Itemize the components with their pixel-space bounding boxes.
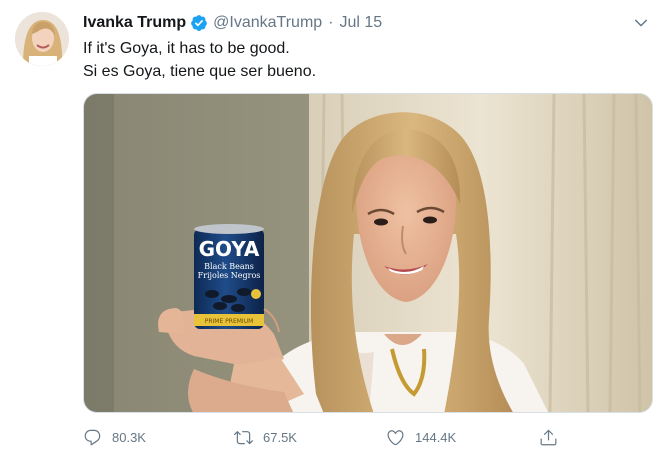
retweet-icon bbox=[234, 430, 253, 444]
tweet-text-line-2: Si es Goya, tiene que ser bueno. bbox=[83, 63, 317, 80]
reply-icon bbox=[84, 429, 101, 445]
tweet-text: If it's Goya, it has to be good. Si es G… bbox=[83, 37, 643, 83]
like-count: 144.4K bbox=[415, 429, 457, 445]
display-name[interactable]: Ivanka Trump bbox=[83, 13, 186, 33]
can-label-text-2: Frijoles Negros bbox=[198, 271, 261, 280]
tweet: Ivanka Trump @IvankaTrump · Jul 15 If it… bbox=[0, 0, 664, 458]
tweet-actions: 80.3K 67.5K 144.4K bbox=[83, 424, 653, 450]
chevron-down-icon[interactable] bbox=[632, 14, 650, 32]
reply-count: 80.3K bbox=[112, 429, 146, 445]
share-button[interactable] bbox=[539, 424, 568, 450]
share-icon bbox=[540, 429, 557, 445]
can-band-text: PRIME PREMIUM bbox=[205, 318, 254, 325]
separator-dot: · bbox=[328, 14, 334, 31]
like-button[interactable]: 144.4K bbox=[386, 424, 456, 450]
tweet-photo[interactable]: GOYA Black Beans Frijoles Negros PRIME P… bbox=[83, 93, 653, 413]
can-brand-text: GOYA bbox=[199, 237, 260, 261]
photo-image: GOYA Black Beans Frijoles Negros PRIME P… bbox=[84, 94, 652, 412]
tweet-text-line-1: If it's Goya, it has to be good. bbox=[83, 40, 290, 57]
tweet-header: Ivanka Trump @IvankaTrump · Jul 15 bbox=[83, 13, 624, 33]
can-label-text-1: Black Beans bbox=[204, 262, 254, 271]
author-handle[interactable]: @IvankaTrump bbox=[213, 13, 322, 33]
reply-button[interactable]: 80.3K bbox=[83, 424, 146, 450]
avatar-image bbox=[15, 12, 69, 66]
heart-icon bbox=[387, 429, 404, 445]
retweet-count: 67.5K bbox=[263, 429, 297, 445]
avatar[interactable] bbox=[15, 12, 69, 66]
verified-badge-icon bbox=[191, 15, 208, 31]
retweet-button[interactable]: 67.5K bbox=[234, 424, 297, 450]
timestamp[interactable]: Jul 15 bbox=[340, 13, 383, 33]
